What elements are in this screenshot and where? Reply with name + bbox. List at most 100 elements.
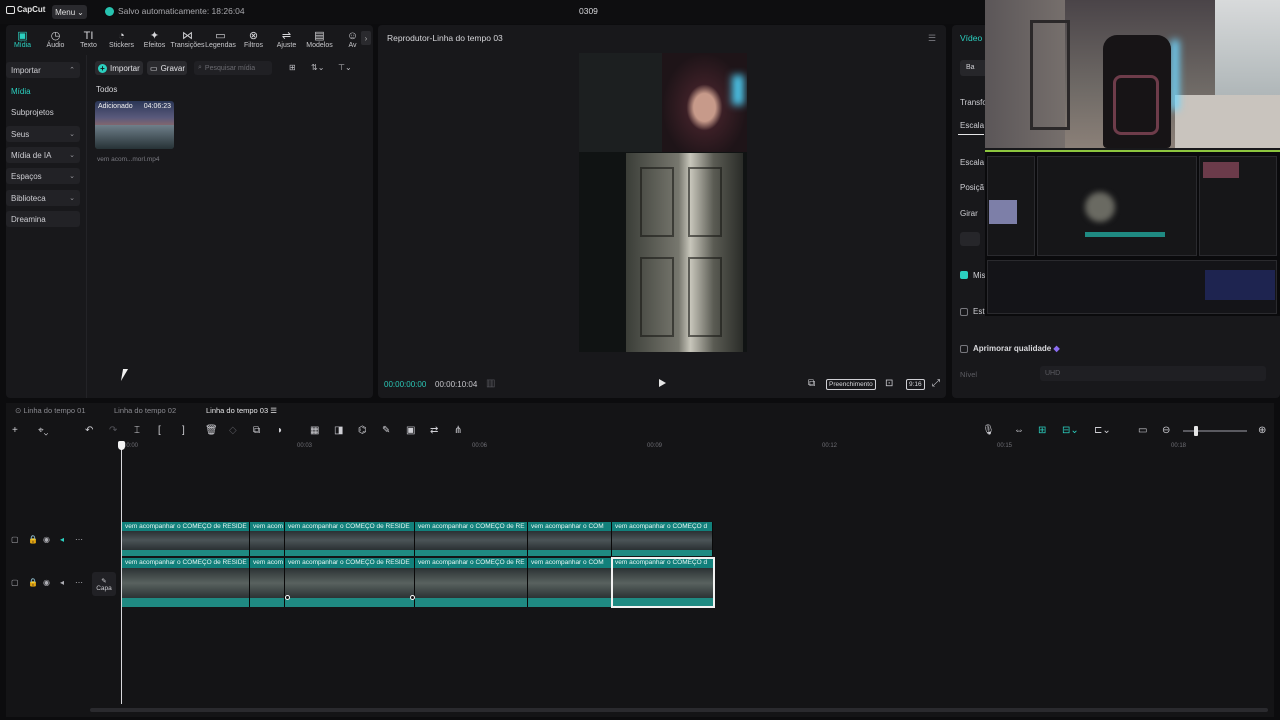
overlay-clip[interactable]: vem acompanhar o COMEÇO de RESIDE: [285, 522, 415, 556]
tab-audio[interactable]: ◷ Áudio: [39, 25, 72, 51]
magnet-icon[interactable]: ⊞: [1038, 425, 1046, 436]
more-icon[interactable]: ⋯: [75, 535, 83, 544]
grid-view-icon[interactable]: ⊞: [289, 63, 296, 72]
replace-icon[interactable]: ⇄: [430, 425, 438, 436]
sidebar-item-seus[interactable]: Seus ⌄: [6, 126, 80, 142]
sidebar-item-subprojetos[interactable]: Subprojetos: [6, 104, 80, 120]
tab-templates[interactable]: ▤ Modelos: [303, 25, 336, 51]
main-clip[interactable]: vem acompanhar o COMEÇO de RE: [415, 558, 528, 607]
transition-marker-icon[interactable]: [410, 595, 415, 600]
select-tool-icon[interactable]: ⌖⌄: [38, 425, 48, 436]
redo-icon[interactable]: ↷: [109, 425, 117, 436]
undo-icon[interactable]: ↶: [85, 425, 93, 436]
preview-axis-icon[interactable]: ⊏⌄: [1094, 425, 1111, 436]
tabs-more-chevron-icon[interactable]: ›: [361, 31, 371, 45]
tab-captions[interactable]: ▭ Legendas: [204, 25, 237, 51]
link-icon[interactable]: ⇔: [1014, 425, 1024, 436]
tab-filters[interactable]: ⊗ Filtros: [237, 25, 270, 51]
fullscreen-timeline-icon[interactable]: ▥: [486, 378, 495, 389]
tab-transitions[interactable]: ⋈ Transições: [171, 25, 205, 51]
tab-video[interactable]: Vídeo: [960, 33, 982, 43]
record-button[interactable]: ▭ Gravar: [147, 61, 187, 75]
sidebar-item-espa-os[interactable]: Espaços ⌄: [6, 168, 80, 184]
playhead[interactable]: [121, 442, 122, 704]
audio-icon[interactable]: ◂: [60, 535, 64, 544]
lock-icon[interactable]: 🔒: [28, 535, 38, 544]
sidebar-item-m-dia-de-ia[interactable]: Mídia de IA ⌄: [6, 147, 80, 163]
split-icon[interactable]: ⌶: [134, 425, 140, 436]
main-clip[interactable]: vem acompanhar o COMEÇO de RESIDE: [122, 558, 250, 607]
tab-media[interactable]: ▣ Mídia: [6, 25, 39, 51]
fullscreen-icon[interactable]: ⤢: [932, 378, 940, 389]
magic-icon[interactable]: ✎: [382, 425, 390, 436]
subtitle-icon[interactable]: ▭: [1138, 425, 1147, 436]
tab-sticker[interactable]: ◔ Stickers: [105, 25, 138, 51]
mirror-icon[interactable]: ◨: [334, 425, 343, 436]
crop-icon[interactable]: ⧉: [253, 425, 260, 436]
microphone-icon[interactable]: 🎙: [982, 425, 995, 436]
freeze-icon[interactable]: ▦: [310, 425, 319, 436]
main-clip[interactable]: vem acompanhar o COM: [528, 558, 612, 607]
delete-icon[interactable]: 🗑: [205, 425, 218, 436]
main-clip-selected[interactable]: vem acompanhar o COMEÇO d: [611, 557, 715, 608]
zoom-slider-handle[interactable]: [1194, 426, 1198, 436]
zoom-slider[interactable]: [1183, 430, 1247, 432]
tab-timeline-02[interactable]: Linha do tempo 02: [114, 406, 176, 415]
video-preview[interactable]: [579, 53, 747, 352]
mask-icon[interactable]: ⌬: [358, 425, 367, 436]
filter-icon[interactable]: ⊤⌄: [338, 63, 352, 72]
audio-wave-icon[interactable]: ⋔: [454, 425, 462, 436]
mix-checkbox[interactable]: [960, 271, 968, 279]
sidebar-item-m-dia[interactable]: Mídia: [6, 83, 80, 99]
trim-right-icon[interactable]: ]: [182, 425, 185, 436]
scale-tab[interactable]: Escala: [960, 121, 984, 130]
sidebar-item-importar[interactable]: Importar ⌃: [6, 62, 80, 78]
trim-left-icon[interactable]: [: [158, 425, 161, 436]
shield-icon[interactable]: ◇: [229, 425, 237, 436]
aspect-ratio-button[interactable]: 9:16: [906, 379, 925, 390]
tab-adjust[interactable]: ⇌ Ajuste: [270, 25, 303, 51]
sort-icon[interactable]: ⇅⌄: [311, 63, 324, 72]
main-clip[interactable]: vem acom: [250, 558, 285, 607]
overlay-clip[interactable]: vem acompanhar o COMEÇO d: [612, 522, 713, 556]
tab-timeline-01[interactable]: ⊙ Linha do tempo 01: [15, 406, 86, 415]
track-toggle-icon[interactable]: ▢: [11, 578, 19, 587]
search-media-input[interactable]: ⌕ Pesquisar mídia: [194, 61, 272, 75]
media-thumbnail[interactable]: Adicionado 04:06:23: [95, 101, 174, 149]
lock-icon[interactable]: 🔒: [28, 578, 38, 587]
overlay-clip[interactable]: vem acom: [250, 522, 285, 556]
speed-icon[interactable]: ◗: [277, 425, 283, 436]
align-icon[interactable]: [960, 232, 980, 246]
transition-marker-icon[interactable]: [285, 595, 290, 600]
main-clip[interactable]: vem acompanhar o COMEÇO de RESIDE: [285, 558, 415, 607]
snap-icon[interactable]: ⊟⌄: [1062, 425, 1079, 436]
timeline-scrollbar[interactable]: [90, 708, 1268, 712]
ai-icon[interactable]: ▣: [406, 425, 415, 436]
menu-button[interactable]: Menu ⌄: [52, 5, 87, 19]
eye-icon[interactable]: ◉: [43, 535, 50, 544]
screenshot-icon[interactable]: ⊡: [885, 378, 893, 389]
track-toggle-icon[interactable]: ▢: [11, 535, 19, 544]
sidebar-item-dreamina[interactable]: Dreamina: [6, 211, 80, 227]
play-icon[interactable]: [659, 379, 666, 387]
audio-icon[interactable]: ◂: [60, 578, 64, 587]
project-title[interactable]: 0309: [579, 6, 598, 16]
sidebar-item-biblioteca[interactable]: Biblioteca ⌄: [6, 190, 80, 206]
crop-icon[interactable]: ⧉: [808, 378, 815, 389]
overlay-clip[interactable]: vem acompanhar o COM: [528, 522, 612, 556]
fill-mode-button[interactable]: Preenchimento: [826, 379, 876, 390]
more-icon[interactable]: ⋯: [75, 578, 83, 587]
level-select[interactable]: UHD: [1040, 366, 1266, 381]
add-track-icon[interactable]: +: [12, 425, 18, 436]
cover-button[interactable]: ✎ Capa: [92, 572, 116, 596]
zoom-out-icon[interactable]: ⊖: [1162, 425, 1170, 436]
stabilize-checkbox[interactable]: [960, 308, 968, 316]
tab-timeline-03[interactable]: Linha do tempo 03 ☰: [206, 406, 277, 415]
tab-text[interactable]: TI Texto: [72, 25, 105, 51]
zoom-in-icon[interactable]: ⊕: [1258, 425, 1266, 436]
player-menu-icon[interactable]: ☰: [928, 33, 936, 44]
overlay-clip[interactable]: vem acompanhar o COMEÇO de RESIDE: [122, 522, 250, 556]
playhead-handle[interactable]: [118, 441, 125, 450]
import-button[interactable]: + Importar: [95, 61, 143, 75]
overlay-clip[interactable]: vem acompanhar o COMEÇO de RE: [415, 522, 528, 556]
